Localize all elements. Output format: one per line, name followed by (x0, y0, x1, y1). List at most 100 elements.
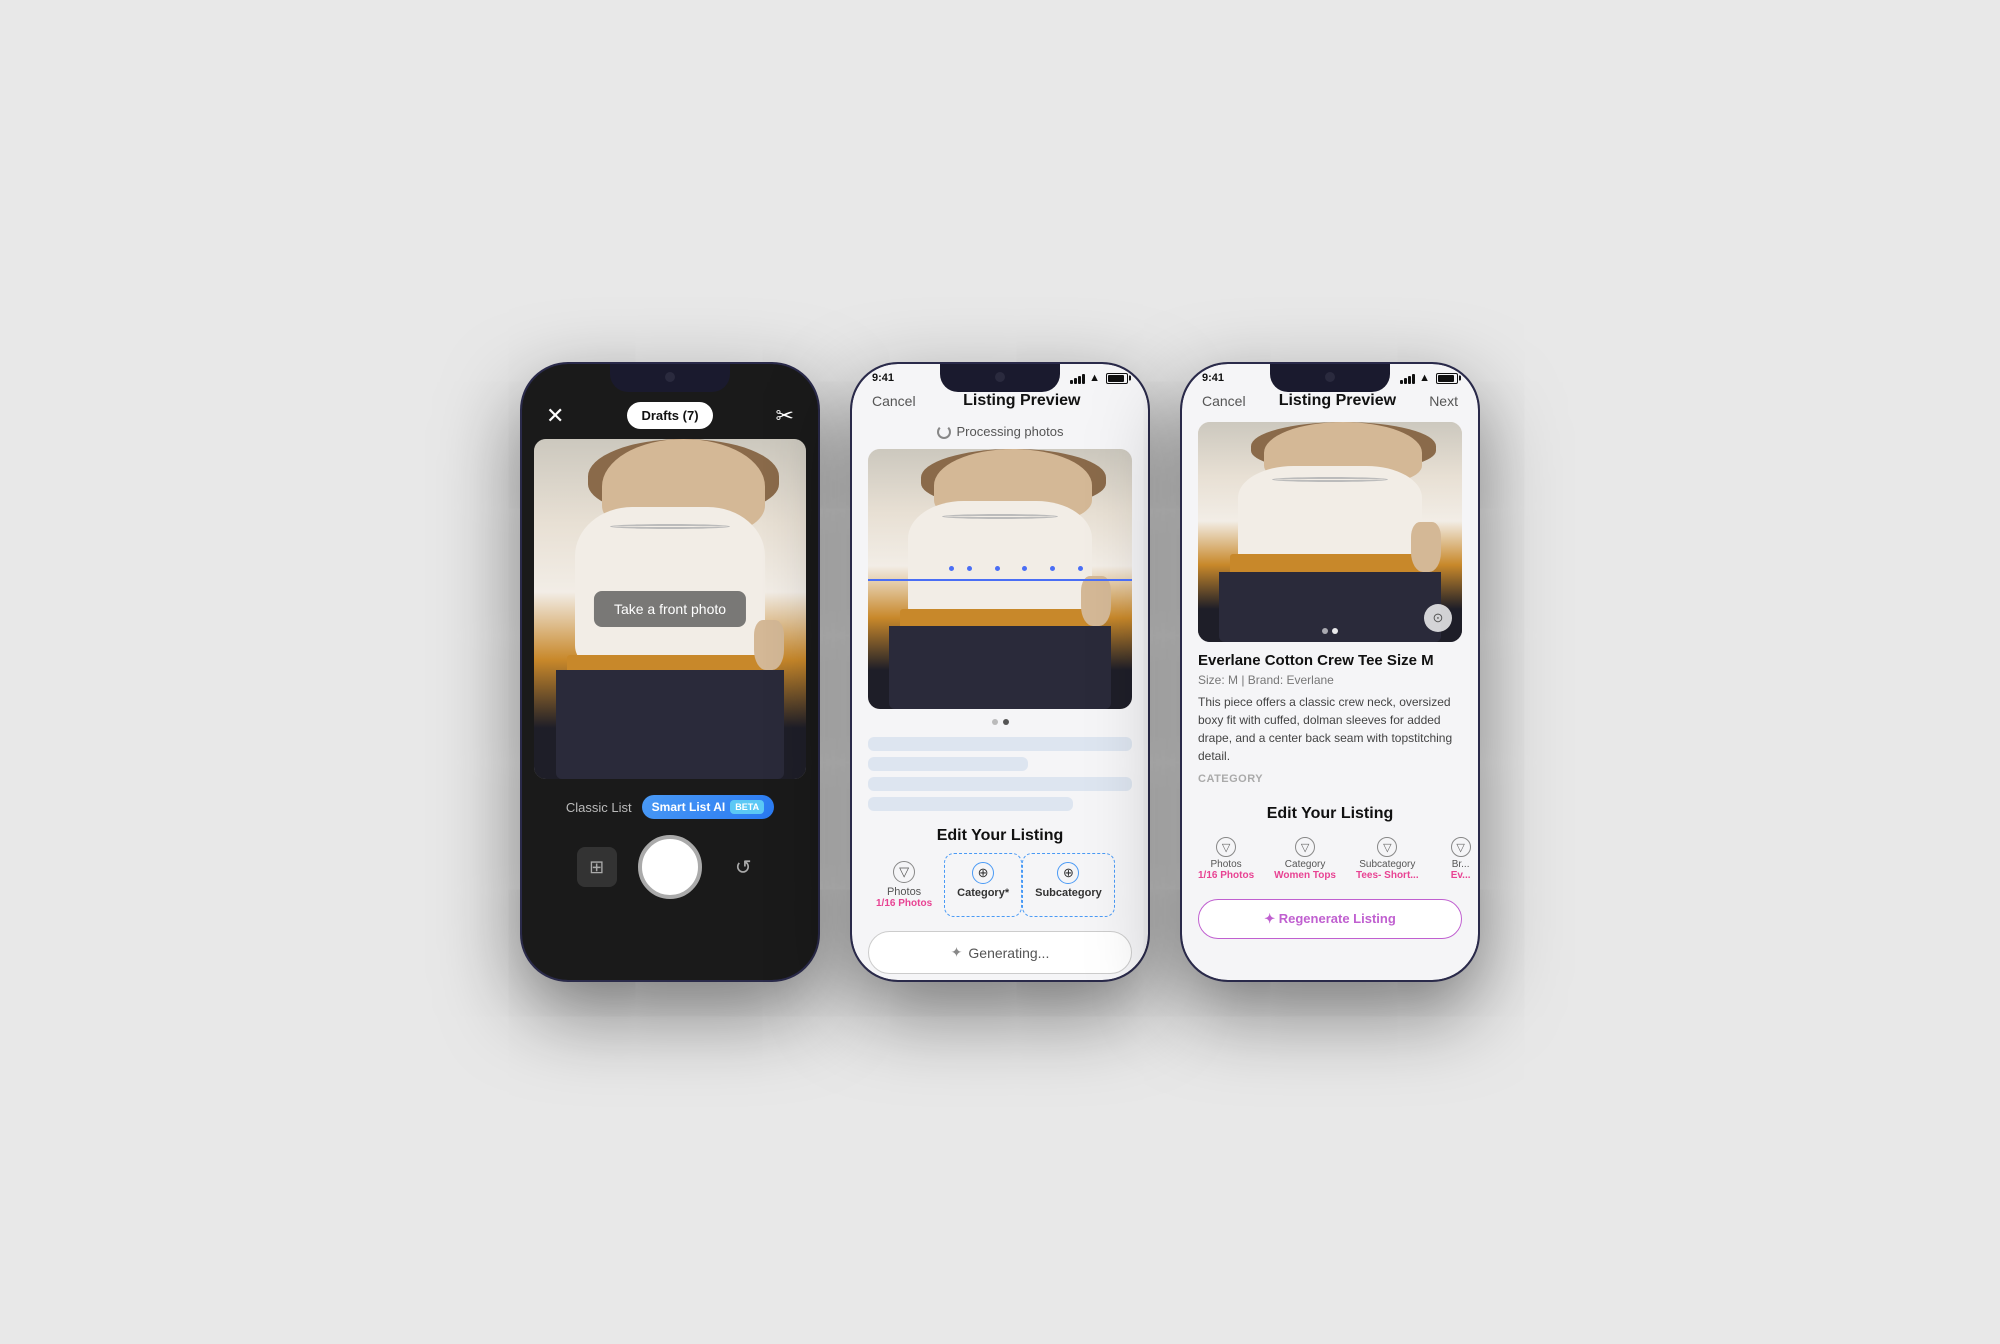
img-dot-1[interactable] (1322, 628, 1328, 634)
signal-bar-3 (1078, 376, 1081, 384)
edit-title: Edit Your Listing (852, 827, 1148, 845)
phone3-product-image: ⊙ (1198, 422, 1462, 642)
phone2-page-title: Listing Preview (963, 392, 1080, 410)
carousel-dot-2[interactable] (1003, 719, 1009, 725)
phone3-page-title: Listing Preview (1279, 392, 1396, 410)
signal-bar-2 (1074, 378, 1077, 384)
drafts-badge[interactable]: Drafts (7) (627, 402, 712, 429)
camera-edit-icon[interactable]: ⊙ (1424, 604, 1452, 632)
phone3-brand-icon: ▽ (1451, 837, 1471, 857)
subcategory-icon: ⊕ (1057, 862, 1079, 884)
phone3-category-value: Women Tops (1274, 870, 1336, 881)
skeleton-2 (868, 757, 1028, 771)
phone2-necklace (942, 514, 1058, 519)
phone3-notch (1270, 364, 1390, 392)
battery-icon (1106, 373, 1128, 384)
phone3-signal-bar-4 (1412, 374, 1415, 384)
phone3-battery-icon (1436, 373, 1458, 384)
smart-list-badge[interactable]: Smart List AI BETA (642, 795, 774, 819)
camera-viewfinder: Take a front photo (534, 439, 806, 779)
scan-dot-2 (967, 566, 972, 571)
phone2-time: 9:41 (872, 372, 894, 384)
edit-tab-subcategory[interactable]: ⊕ Subcategory (1022, 853, 1115, 917)
product-meta: Size: M | Brand: Everlane (1198, 673, 1462, 687)
phone3-brand-value: Ev... (1451, 870, 1471, 881)
edit-tabs: ▽ Photos 1/16 Photos ⊕ Category* ⊕ Subca… (852, 853, 1148, 917)
wifi-icon: ▲ (1089, 372, 1100, 384)
gallery-button[interactable]: ⊞ (577, 847, 617, 887)
signal-bars (1070, 372, 1085, 384)
product-description: This piece offers a classic crew neck, o… (1198, 693, 1462, 765)
beta-badge: BETA (730, 800, 764, 814)
front-photo-overlay: Take a front photo (594, 591, 746, 627)
phone3-wifi-icon: ▲ (1419, 372, 1430, 384)
category-icon: ⊕ (972, 862, 994, 884)
phone3-status-right: ▲ (1400, 372, 1458, 384)
product-title: Everlane Cotton Crew Tee Size M (1198, 652, 1462, 669)
phone3-hand (1411, 522, 1441, 572)
phone2-cancel-button[interactable]: Cancel (872, 393, 916, 409)
listing-type-toggle: Classic List Smart List AI BETA (546, 795, 794, 819)
regenerate-button[interactable]: ✦ Regenerate Listing (1198, 899, 1462, 939)
img-dot-2[interactable] (1332, 628, 1338, 634)
camera-controls: ⊞ ↺ (546, 835, 794, 899)
subcategory-label: Subcategory (1035, 887, 1102, 899)
phone3-category-icon: ▽ (1295, 837, 1315, 857)
flip-camera-button[interactable]: ↺ (723, 847, 763, 887)
photos-value: 1/16 Photos (876, 898, 932, 909)
phone3-edit-title: Edit Your Listing (1182, 805, 1478, 823)
phones-container: ✕ Drafts (7) ✂ Take a front photo (520, 362, 1480, 982)
phone-1: ✕ Drafts (7) ✂ Take a front photo (520, 362, 820, 982)
phone1-notch-camera (665, 372, 675, 382)
phone3-notch-camera (1325, 372, 1335, 382)
skeleton-3 (868, 777, 1132, 791)
phone3-subcategory-icon: ▽ (1377, 837, 1397, 857)
shutter-button[interactable] (638, 835, 702, 899)
phone3-signal-bar-2 (1404, 378, 1407, 384)
edit-tab-category[interactable]: ⊕ Category* (944, 853, 1022, 917)
scan-dot-5 (1050, 566, 1055, 571)
phone-3: 9:41 ▲ Cancel Listing Prev (1180, 362, 1480, 982)
signal-bar-1 (1070, 380, 1073, 384)
close-button[interactable]: ✕ (546, 403, 564, 429)
phone3-cancel-button[interactable]: Cancel (1202, 393, 1246, 409)
scissors-button[interactable]: ✂ (776, 403, 794, 429)
phone3-photos-value: 1/16 Photos (1198, 870, 1254, 881)
phone3-tab-category[interactable]: ▽ Category Women Tops (1266, 831, 1344, 887)
phone2-listing-image (868, 449, 1132, 709)
processing-spinner (937, 425, 951, 439)
carousel-dots (852, 713, 1148, 731)
classic-list-label[interactable]: Classic List (566, 800, 632, 815)
hand (754, 620, 784, 670)
phone3-tab-brand[interactable]: ▽ Br... Ev... (1431, 831, 1478, 887)
photos-label: Photos (887, 886, 921, 898)
regenerate-text: ✦ Regenerate Listing (1264, 911, 1396, 927)
phone2-notch-camera (995, 372, 1005, 382)
phone3-battery-fill (1438, 375, 1454, 382)
category-label: Category* (957, 887, 1009, 899)
phone3-photos-icon: ▽ (1216, 837, 1236, 857)
phone3-tab-photos[interactable]: ▽ Photos 1/16 Photos (1190, 831, 1262, 887)
edit-tab-photos[interactable]: ▽ Photos 1/16 Photos (864, 853, 944, 917)
signal-bar-4 (1082, 374, 1085, 384)
phone2-screen: 9:41 ▲ Cancel Listing Prev (852, 364, 1148, 980)
category-section-label: CATEGORY (1198, 773, 1462, 785)
phone-2: 9:41 ▲ Cancel Listing Prev (850, 362, 1150, 982)
phone1-notch (610, 364, 730, 392)
phone3-next-button[interactable]: Next (1429, 393, 1458, 409)
battery-fill (1108, 375, 1124, 382)
necklace (610, 524, 730, 529)
carousel-dot-1[interactable] (992, 719, 998, 725)
phone3-edit-section: Edit Your Listing ▽ Photos 1/16 Photos ▽… (1182, 799, 1478, 891)
processing-bar: Processing photos (852, 418, 1148, 445)
phone3-person-photo (1198, 422, 1462, 642)
generating-button[interactable]: ✦ Generating... (868, 931, 1132, 974)
listing-info: Everlane Cotton Crew Tee Size M Size: M … (1182, 642, 1478, 799)
phone3-signal-bar-1 (1400, 380, 1403, 384)
skeleton-1 (868, 737, 1132, 751)
phone3-tab-subcategory[interactable]: ▽ Subcategory Tees- Short... (1348, 831, 1427, 887)
generating-text: Generating... (968, 945, 1049, 961)
scan-dot-4 (1022, 566, 1027, 571)
phone3-photos-name: Photos (1211, 859, 1242, 870)
phone3-time: 9:41 (1202, 372, 1224, 384)
